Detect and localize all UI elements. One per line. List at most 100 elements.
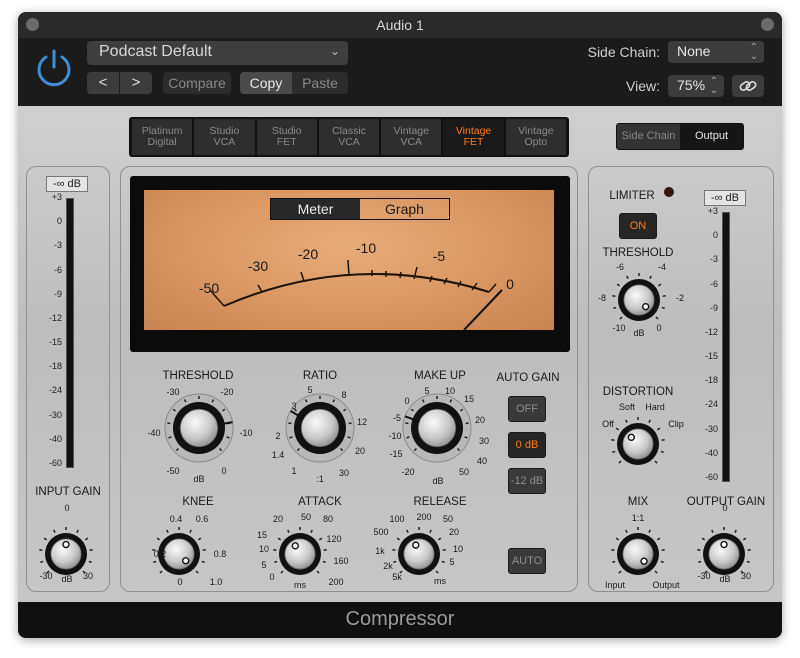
scale-label: dB (719, 574, 731, 584)
auto-gain-off-button[interactable]: OFF (508, 396, 546, 422)
power-icon[interactable] (34, 48, 74, 88)
side-chain-meter-button[interactable]: Side Chain (617, 124, 680, 149)
output-meter-button[interactable]: Output (680, 124, 743, 149)
scale-label: 0 (64, 503, 70, 513)
circuit-type-button[interactable]: Vintage Opto (505, 119, 566, 155)
output-level-meter (722, 212, 730, 482)
knob-scale-label: Off (602, 419, 614, 429)
auto-release-button[interactable]: AUTO (508, 548, 546, 574)
knob-scale-label: Output (652, 580, 680, 590)
knob-scale-label: 30 (478, 436, 489, 446)
make-up-label: MAKE UP (414, 370, 466, 382)
knob-scale-label: 2 (275, 431, 281, 441)
meter-tick-label: -12 (704, 326, 718, 337)
input-gain-knob[interactable] (33, 521, 99, 587)
knob-scale-label: 500 (373, 527, 389, 537)
knob-scale-label: -4 (657, 262, 666, 272)
meter-tick-label: -3 (53, 240, 62, 251)
auto-gain-minus12db-button[interactable]: -12 dB (508, 468, 546, 494)
knob-scale-label: 15 (256, 530, 267, 540)
meter-tick-label: -15 (704, 351, 718, 362)
knob-scale-label: -10 (388, 431, 402, 441)
meter-graph-toggle: Meter Graph (270, 198, 450, 220)
vu-label: -10 (355, 240, 377, 256)
meter-tick-label: -18 (704, 375, 718, 386)
view-select[interactable]: 75% ⌃ ⌄ (668, 75, 724, 97)
output-level-display: -∞ dB (704, 190, 746, 206)
meter-tick-label: -18 (48, 361, 62, 372)
vu-label: 0 (506, 276, 514, 292)
mix-label: MIX (627, 496, 649, 508)
preset-select[interactable]: Podcast Default ⌄ (87, 41, 348, 65)
input-level-meter (66, 198, 74, 468)
ratio-label: RATIO (302, 370, 338, 382)
meter-tick-label: -24 (48, 385, 62, 396)
paste-button[interactable]: Paste (292, 72, 348, 94)
circuit-type-button[interactable]: Vintage FET (443, 119, 504, 155)
link-button[interactable] (732, 75, 764, 97)
vu-label: -5 (432, 248, 446, 264)
knob-scale-label: 120 (326, 534, 342, 544)
knob-scale-label: 20 (272, 514, 283, 524)
graph-tab[interactable]: Graph (360, 199, 449, 219)
meter-tick-label: +3 (707, 206, 718, 216)
knob-scale-label: 0.6 (195, 514, 209, 524)
zoom-button[interactable] (761, 18, 774, 31)
meter-tick-label: -40 (48, 433, 62, 444)
meter-tick-label: +3 (51, 192, 62, 202)
knob-scale-label: Clip (668, 419, 684, 429)
knob-scale-label: -20 (401, 467, 415, 477)
knob-scale-label: -2 (675, 293, 684, 303)
knob-scale-label: :1 (316, 474, 324, 484)
circuit-type-button[interactable]: Vintage VCA (381, 119, 442, 155)
knob-scale-label: 5 (449, 557, 455, 567)
knob-scale-label: 8 (341, 390, 347, 400)
view-value: 75% (677, 77, 706, 93)
circuit-type-button[interactable]: Classic VCA (318, 119, 380, 155)
circuit-type-button[interactable]: Platinum Digital (132, 119, 193, 155)
scale-label: -30 (697, 571, 711, 581)
release-label: RELEASE (413, 496, 467, 508)
circuit-type-button[interactable]: Studio FET (256, 119, 317, 155)
knob-scale-label: Hard (645, 402, 665, 412)
meter-tick-label: -40 (704, 447, 718, 458)
limiter-on-button[interactable]: ON (619, 213, 657, 239)
next-preset-button[interactable]: > (120, 72, 152, 94)
meter-tab[interactable]: Meter (271, 199, 360, 219)
knob-scale-label: 160 (333, 556, 349, 566)
meter-tick-label: 0 (712, 230, 718, 241)
plugin-name: Compressor (345, 608, 455, 630)
circuit-type-button[interactable]: Studio VCA (194, 119, 255, 155)
meter-tick-label: -12 (48, 312, 62, 323)
knob-scale-label: -20 (220, 387, 234, 397)
vu-meter: -50 -30 -20 -10 -5 0 Meter Graph (130, 176, 570, 352)
knob-scale-label: 10 (258, 544, 269, 554)
knob-scale-label: -6 (615, 262, 624, 272)
side-chain-select[interactable]: None ⌃ ⌄ (668, 41, 764, 63)
copy-button[interactable]: Copy (240, 72, 292, 94)
compare-button[interactable]: Compare (163, 72, 231, 94)
auto-gain-0db-button[interactable]: 0 dB (508, 432, 546, 458)
up-down-icon: ⌃ ⌄ (749, 42, 758, 62)
title-bar: Audio 1 (18, 12, 782, 38)
input-gain-label: INPUT GAIN (35, 486, 101, 498)
meter-tick-label: -6 (53, 264, 62, 275)
knob-scale-label: 0 (177, 577, 183, 587)
preset-name: Podcast Default (99, 43, 212, 60)
threshold-knob[interactable] (161, 390, 237, 466)
knob-scale-label: 0.2 (153, 549, 167, 559)
input-level-display: -∞ dB (46, 176, 88, 192)
knob-scale-label: 1.4 (271, 450, 285, 460)
side-chain-value: None (677, 43, 711, 59)
meter-tick-label: -9 (53, 288, 62, 299)
knob-scale-label: -8 (597, 293, 606, 303)
knob-scale-label: 50 (442, 514, 453, 524)
knob-scale-label: 15 (463, 394, 474, 404)
knob-scale-label: 20 (474, 415, 485, 425)
knob-scale-label: 80 (322, 514, 333, 524)
meter-tick-label: -3 (709, 254, 718, 265)
auto-gain-label: AUTO GAIN (496, 372, 560, 384)
knob-scale-label: 2k (383, 561, 393, 571)
knob-scale-label: 1:1 (631, 513, 645, 523)
previous-preset-button[interactable]: < (87, 72, 119, 94)
